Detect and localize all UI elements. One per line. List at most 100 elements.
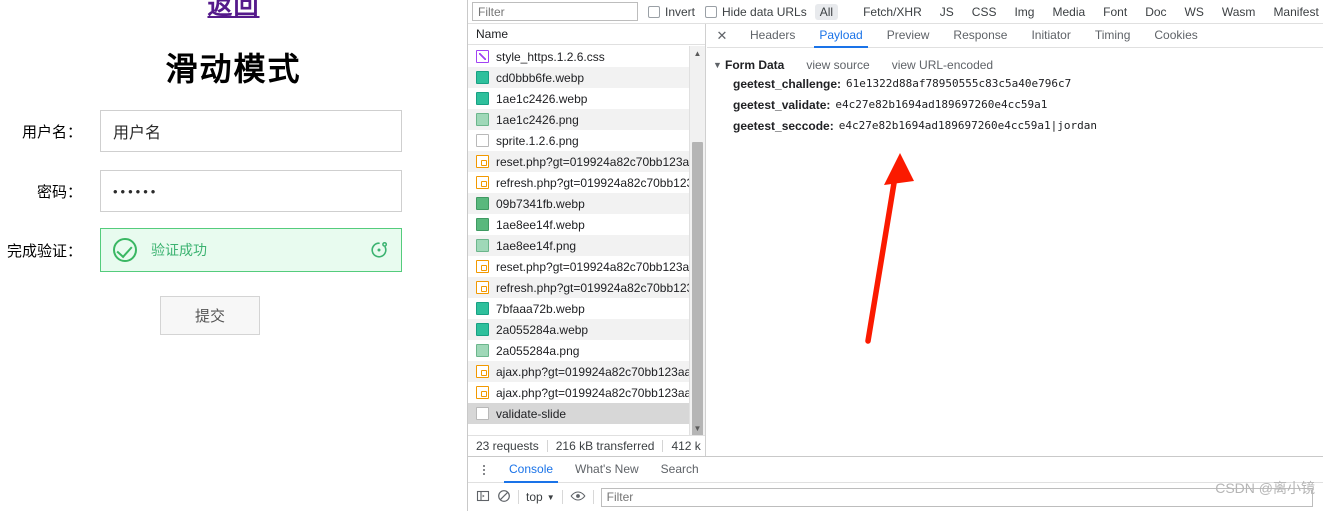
hide-data-urls-checkbox[interactable] <box>705 5 718 18</box>
form-data-entry: geetest_seccode: e4c27e82b1694ad189697260… <box>707 115 1323 136</box>
chevron-down-icon[interactable]: ▼ <box>713 60 725 70</box>
watermark: CSDN @离小镜 <box>1215 480 1315 496</box>
chevron-down-icon: ▼ <box>546 492 555 502</box>
request-row[interactable]: 7bfaaa72b.webp <box>468 298 705 319</box>
request-name: reset.php?gt=019924a82c70bb123aa <box>496 259 696 274</box>
console-context-selector[interactable]: top ▼ <box>526 490 555 504</box>
detail-tab-headers[interactable]: Headers <box>739 24 806 48</box>
devtools-drawer: Console What's New Search top ▼ Filter <box>468 456 1323 511</box>
request-name: ajax.php?gt=019924a82c70bb123aa <box>496 385 692 400</box>
form-data-header[interactable]: ▼ Form Data view source view URL-encoded <box>707 56 1323 73</box>
request-row[interactable]: 1ae1c2426.png <box>468 109 705 130</box>
detail-tab-timing[interactable]: Timing <box>1084 24 1142 48</box>
request-row[interactable]: ajax.php?gt=019924a82c70bb123aa <box>468 361 705 382</box>
console-sidebar-icon[interactable] <box>476 489 490 506</box>
requests-scrollbar[interactable]: ▲ ▼ <box>689 46 705 442</box>
close-icon[interactable]: ✕ <box>713 28 731 44</box>
request-row[interactable]: reset.php?gt=019924a82c70bb123aa <box>468 151 705 172</box>
invert-label: Invert <box>665 4 696 19</box>
requests-column-header[interactable]: Name <box>468 24 705 45</box>
captcha-status-text: 验证成功 <box>151 242 207 258</box>
type-filter-js[interactable]: JS <box>935 4 959 20</box>
request-count: 23 requests <box>476 439 539 453</box>
xhr-file-icon <box>476 176 489 189</box>
password-input[interactable] <box>100 170 402 212</box>
drawer-tab-console[interactable]: Console <box>498 457 564 483</box>
detail-tab-response[interactable]: Response <box>942 24 1018 48</box>
password-label: 密码： <box>36 183 82 201</box>
network-filter-input[interactable] <box>472 2 638 21</box>
css-file-icon <box>476 50 489 63</box>
view-url-encoded-link[interactable]: view URL-encoded <box>892 58 993 72</box>
request-row[interactable]: refresh.php?gt=019924a82c70bb123 <box>468 277 705 298</box>
hide-data-urls-checkbox-row[interactable]: Hide data URLs <box>705 5 807 19</box>
type-filter-fetch-xhr[interactable]: Fetch/XHR <box>858 4 927 20</box>
type-filter-manifest[interactable]: Manifest <box>1268 4 1323 20</box>
scrollbar-thumb[interactable] <box>692 142 703 442</box>
xhr-file-icon <box>476 260 489 273</box>
request-row[interactable]: style_https.1.2.6.css <box>468 46 705 67</box>
request-row[interactable]: 1ae8ee14f.webp <box>468 214 705 235</box>
detail-tab-payload[interactable]: Payload <box>808 24 873 48</box>
drawer-tab-search[interactable]: Search <box>650 457 710 483</box>
document-file-icon <box>476 407 489 420</box>
detail-tab-preview[interactable]: Preview <box>876 24 941 48</box>
type-filter-all[interactable]: All <box>814 3 839 20</box>
type-filter-img[interactable]: Img <box>1009 4 1039 20</box>
request-row[interactable]: 1ae1c2426.webp <box>468 88 705 109</box>
scroll-down-arrow-icon[interactable]: ▼ <box>690 421 705 435</box>
drawer-tab-what-s-new[interactable]: What's New <box>564 457 650 483</box>
form-data-value[interactable]: e4c27e82b1694ad189697260e4cc59a1 <box>835 98 1047 111</box>
request-row[interactable]: 2a055284a.webp <box>468 319 705 340</box>
form-data-value[interactable]: e4c27e82b1694ad189697260e4cc59a1|jordan <box>839 119 1097 132</box>
xhr-file-icon <box>476 281 489 294</box>
image-file-icon <box>476 71 489 84</box>
type-filter-media[interactable]: Media <box>1047 4 1090 20</box>
refresh-icon[interactable] <box>369 240 389 260</box>
kebab-menu-icon[interactable] <box>476 464 492 475</box>
scroll-up-arrow-icon[interactable]: ▲ <box>690 46 705 60</box>
request-row[interactable]: refresh.php?gt=019924a82c70bb123 <box>468 172 705 193</box>
username-input[interactable] <box>100 110 402 152</box>
xhr-file-icon <box>476 365 489 378</box>
request-row[interactable]: 1ae8ee14f.png <box>468 235 705 256</box>
request-row[interactable]: reset.php?gt=019924a82c70bb123aa <box>468 256 705 277</box>
type-filter-doc[interactable]: Doc <box>1140 4 1171 20</box>
form-data-value[interactable]: 61e1322d88af78950555c83c5a40e796c7 <box>846 77 1071 90</box>
image-file-icon <box>476 92 489 105</box>
form-data-entry: geetest_challenge: 61e1322d88af78950555c8… <box>707 73 1323 94</box>
request-name: 1ae8ee14f.png <box>496 238 577 253</box>
request-name: sprite.1.2.6.png <box>496 133 579 148</box>
form-data-key: geetest_challenge: <box>733 76 842 91</box>
request-name: cd0bbb6fe.webp <box>496 70 585 85</box>
request-row[interactable]: sprite.1.2.6.png <box>468 130 705 151</box>
request-row[interactable]: validate-slide <box>468 403 705 424</box>
captcha-success-box[interactable]: 验证成功 <box>100 228 402 272</box>
console-filter-input[interactable] <box>600 487 1313 507</box>
image-file-icon <box>476 218 489 231</box>
invert-checkbox-row[interactable]: Invert <box>648 5 695 19</box>
request-row[interactable]: ajax.php?gt=019924a82c70bb123aa <box>468 382 705 403</box>
type-filter-wasm[interactable]: Wasm <box>1217 4 1261 20</box>
detail-tab-initiator[interactable]: Initiator <box>1020 24 1081 48</box>
type-filter-css[interactable]: CSS <box>967 4 1002 20</box>
form-row-username: 用户名： <box>0 110 420 152</box>
request-row[interactable]: cd0bbb6fe.webp <box>468 67 705 88</box>
console-toolbar: top ▼ <box>468 483 1323 511</box>
image-file-icon <box>476 302 489 315</box>
invert-checkbox[interactable] <box>648 5 660 18</box>
request-row[interactable]: 2a055284a.png <box>468 340 705 361</box>
live-expression-icon[interactable] <box>570 489 586 506</box>
clear-console-icon[interactable] <box>497 489 511 506</box>
view-source-link[interactable]: view source <box>806 58 869 72</box>
request-row[interactable]: 09b7341fb.webp <box>468 193 705 214</box>
captcha-label: 完成验证： <box>6 242 82 260</box>
submit-button[interactable]: 提交 <box>160 296 260 335</box>
type-filter-ws[interactable]: WS <box>1180 4 1209 20</box>
username-label: 用户名： <box>21 123 82 141</box>
back-link[interactable]: 返回 <box>0 0 467 22</box>
type-filter-font[interactable]: Font <box>1098 4 1132 20</box>
form-data-entry: geetest_validate: e4c27e82b1694ad18969726… <box>707 94 1323 115</box>
detail-tab-cookies[interactable]: Cookies <box>1143 24 1208 48</box>
requests-list[interactable]: style_https.1.2.6.css cd0bbb6fe.webp 1ae1c… <box>468 46 705 435</box>
